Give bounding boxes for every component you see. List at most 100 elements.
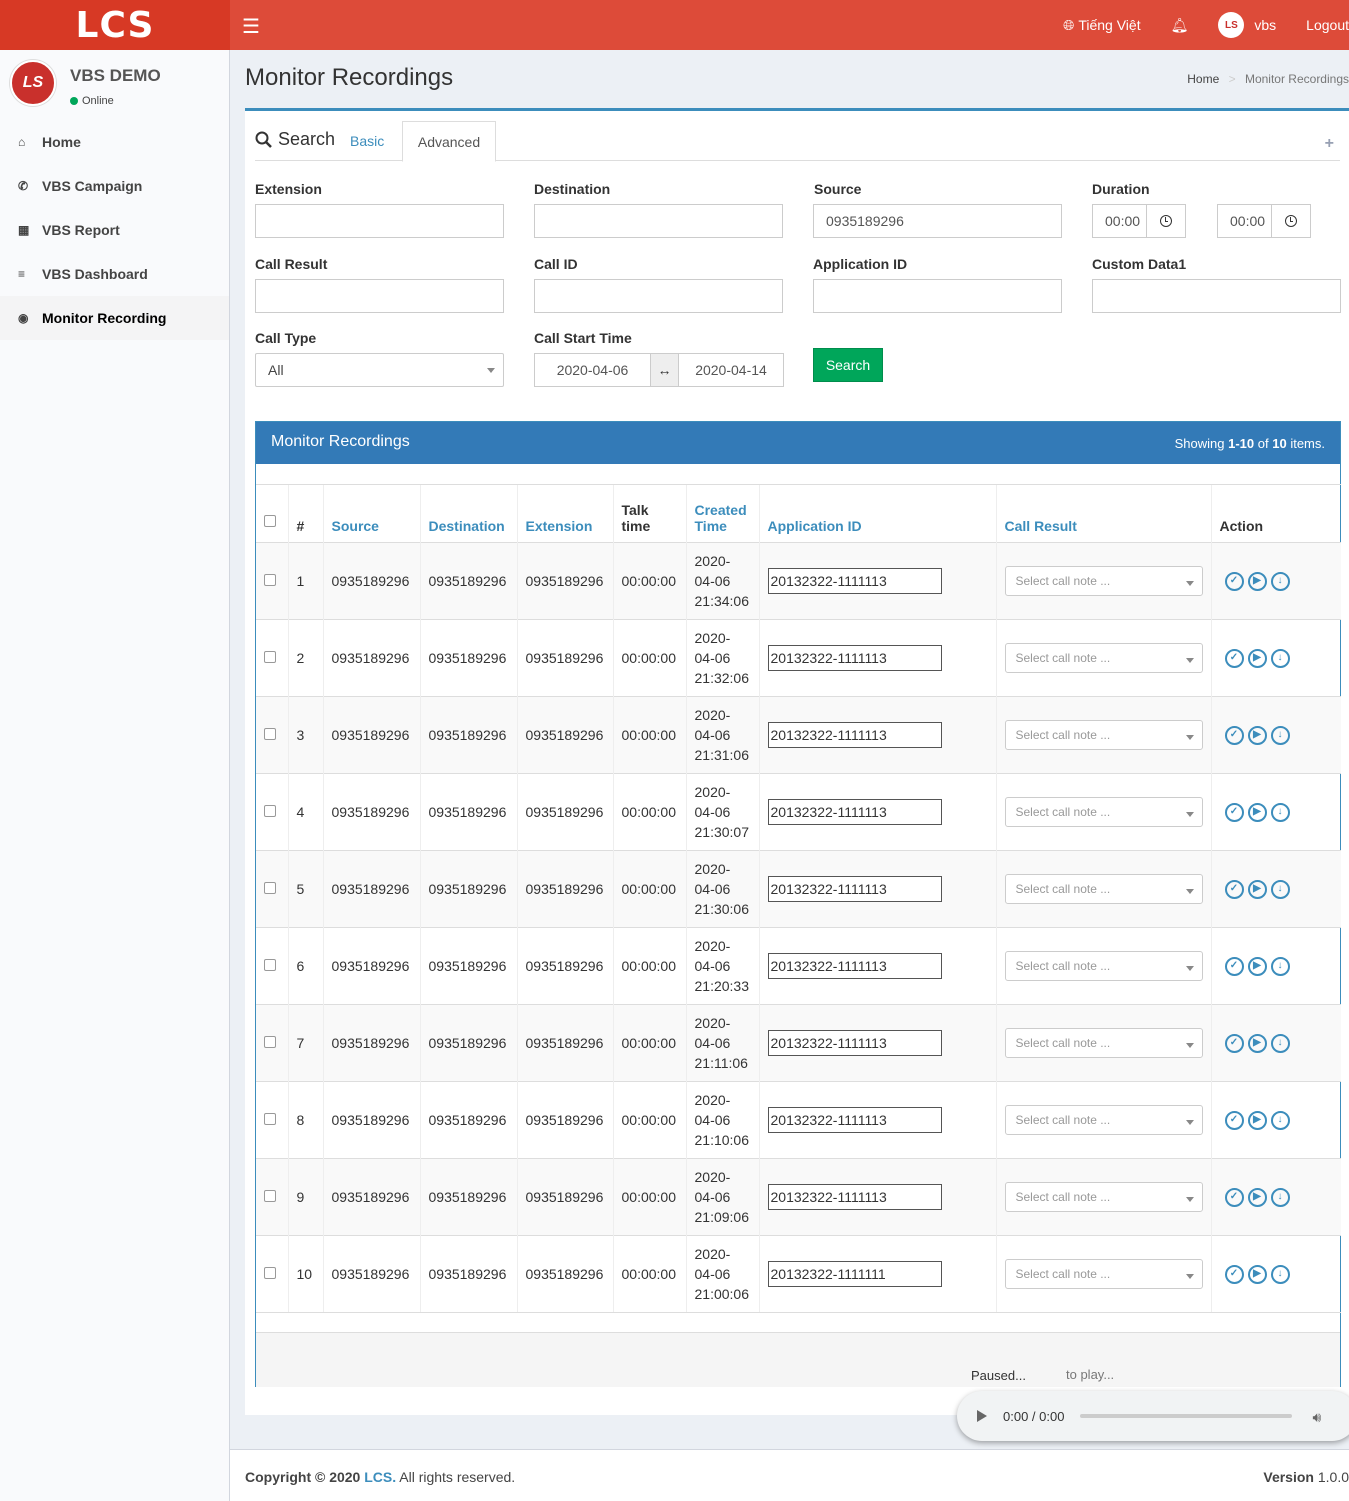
call-note-select[interactable]: Select call note ... (1004, 951, 1203, 981)
extension-field[interactable] (255, 204, 504, 238)
duration-to-clock-button[interactable] (1272, 204, 1311, 238)
call-note-select[interactable]: Select call note ... (1004, 720, 1203, 750)
call-note-select[interactable]: Select call note ... (1004, 1028, 1203, 1058)
play-circle-icon[interactable]: ▶ (1247, 1187, 1267, 1207)
application-id-input[interactable]: 20132322-1111113 (767, 1184, 942, 1210)
language-switch[interactable]: 🌐︎ Tiếng Việt (1048, 0, 1155, 50)
sidebar-item-home[interactable]: ⌂ Home (0, 120, 229, 164)
row-checkbox[interactable] (264, 574, 276, 586)
play-circle-icon[interactable]: ▶ (1247, 1264, 1267, 1284)
tab-basic[interactable]: Basic (350, 133, 384, 149)
call-note-select[interactable]: Select call note ... (1004, 1105, 1203, 1135)
breadcrumb-home[interactable]: Home (1187, 72, 1219, 86)
download-icon[interactable]: ↓ (1270, 1187, 1290, 1207)
source-field[interactable]: 0935189296 (813, 204, 1062, 238)
notifications-button[interactable]: 🔔︎ (1156, 0, 1204, 50)
play-circle-icon[interactable]: ▶ (1247, 879, 1267, 899)
row-checkbox[interactable] (264, 728, 276, 740)
volume-icon[interactable]: 🔊︎ (1312, 1409, 1326, 1425)
row-checkbox[interactable] (264, 651, 276, 663)
row-checkbox[interactable] (264, 1267, 276, 1279)
col-call-result[interactable]: Call Result (995, 484, 1211, 543)
download-icon[interactable]: ↓ (1270, 956, 1290, 976)
end-date-field[interactable]: 2020-04-14 (678, 353, 784, 387)
row-checkbox[interactable] (264, 882, 276, 894)
check-circle-icon[interactable]: ✓ (1224, 802, 1244, 822)
play-circle-icon[interactable]: ▶ (1247, 956, 1267, 976)
check-circle-icon[interactable]: ✓ (1224, 571, 1244, 591)
download-icon[interactable]: ↓ (1270, 571, 1290, 591)
check-circle-icon[interactable]: ✓ (1224, 1033, 1244, 1053)
col-source[interactable]: Source (322, 484, 420, 543)
check-circle-icon[interactable]: ✓ (1224, 725, 1244, 745)
play-circle-icon[interactable]: ▶ (1247, 1033, 1267, 1053)
destination-field[interactable] (534, 204, 783, 238)
col-application-id[interactable]: Application ID (758, 484, 996, 543)
duration-from-clock-button[interactable] (1147, 204, 1186, 238)
application-id-input[interactable]: 20132322-1111113 (767, 876, 942, 902)
search-button[interactable]: Search (813, 348, 883, 382)
download-icon[interactable]: ↓ (1270, 648, 1290, 668)
download-icon[interactable]: ↓ (1270, 802, 1290, 822)
download-icon[interactable]: ↓ (1270, 725, 1290, 745)
col-destination[interactable]: Destination (419, 484, 517, 543)
row-checkbox[interactable] (264, 805, 276, 817)
duration-from-field[interactable]: 00:00 (1092, 204, 1186, 238)
application-id-input[interactable]: 20132322-1111113 (767, 799, 942, 825)
application-id-input[interactable]: 20132322-1111113 (767, 722, 942, 748)
call-note-select[interactable]: Select call note ... (1004, 643, 1203, 673)
row-checkbox[interactable] (264, 1190, 276, 1202)
download-icon[interactable]: ↓ (1270, 1264, 1290, 1284)
call-note-select[interactable]: Select call note ... (1004, 1259, 1203, 1289)
row-checkbox[interactable] (264, 1036, 276, 1048)
sidebar-item-vbs-dashboard[interactable]: ≡ VBS Dashboard (0, 252, 229, 296)
play-circle-icon[interactable]: ▶ (1247, 802, 1267, 822)
download-icon[interactable]: ↓ (1270, 879, 1290, 899)
download-icon[interactable]: ↓ (1270, 1033, 1290, 1053)
call-note-select[interactable]: Select call note ... (1004, 874, 1203, 904)
check-circle-icon[interactable]: ✓ (1224, 648, 1244, 668)
play-circle-icon[interactable]: ▶ (1247, 571, 1267, 591)
sidebar-toggle-icon[interactable]: ☰ (242, 14, 260, 39)
call-type-select[interactable]: All (255, 353, 504, 387)
application-id-field[interactable] (813, 279, 1062, 313)
duration-to-input[interactable]: 00:00 (1217, 204, 1272, 238)
application-id-input[interactable]: 20132322-1111113 (767, 1030, 942, 1056)
col-extension[interactable]: Extension (516, 484, 613, 543)
sidebar-item-monitor-recording[interactable]: ◉ Monitor Recording (0, 296, 229, 340)
tab-advanced[interactable]: Advanced (402, 121, 496, 162)
row-checkbox[interactable] (264, 1113, 276, 1125)
row-checkbox[interactable] (264, 959, 276, 971)
start-date-field[interactable]: 2020-04-06 (534, 353, 651, 387)
play-circle-icon[interactable]: ▶ (1247, 1110, 1267, 1130)
check-circle-icon[interactable]: ✓ (1224, 1187, 1244, 1207)
check-circle-icon[interactable]: ✓ (1224, 1110, 1244, 1130)
logout-link[interactable]: Logout (1291, 0, 1349, 50)
call-result-field[interactable] (255, 279, 504, 313)
user-menu[interactable]: LS vbs (1203, 0, 1291, 50)
call-note-select[interactable]: Select call note ... (1004, 1182, 1203, 1212)
check-circle-icon[interactable]: ✓ (1224, 956, 1244, 976)
player-progress-bar[interactable] (1080, 1414, 1293, 1418)
call-note-select[interactable]: Select call note ... (1004, 797, 1203, 827)
col-created-time[interactable]: Created Time (685, 484, 759, 543)
play-circle-icon[interactable]: ▶ (1247, 648, 1267, 668)
application-id-input[interactable]: 20132322-1111113 (767, 568, 942, 594)
logo[interactable]: LCS (0, 0, 230, 50)
custom-data-field[interactable] (1092, 279, 1341, 313)
call-id-field[interactable] (534, 279, 783, 313)
sidebar-item-vbs-report[interactable]: ▦ VBS Report (0, 208, 229, 252)
application-id-input[interactable]: 20132322-1111113 (767, 1107, 942, 1133)
play-circle-icon[interactable]: ▶ (1247, 725, 1267, 745)
duration-from-input[interactable]: 00:00 (1092, 204, 1147, 238)
check-circle-icon[interactable]: ✓ (1224, 1264, 1244, 1284)
brand-link[interactable]: LCS. (364, 1469, 396, 1485)
sidebar-item-vbs-campaign[interactable]: ✆ VBS Campaign (0, 164, 229, 208)
duration-to-field[interactable]: 00:00 (1217, 204, 1311, 238)
play-icon[interactable] (977, 1410, 987, 1422)
application-id-input[interactable]: 20132322-1111113 (767, 953, 942, 979)
application-id-input[interactable]: 20132322-1111113 (767, 645, 942, 671)
select-all-checkbox[interactable] (264, 515, 276, 527)
application-id-input[interactable]: 20132322-1111111 (767, 1261, 942, 1287)
call-note-select[interactable]: Select call note ... (1004, 566, 1203, 596)
